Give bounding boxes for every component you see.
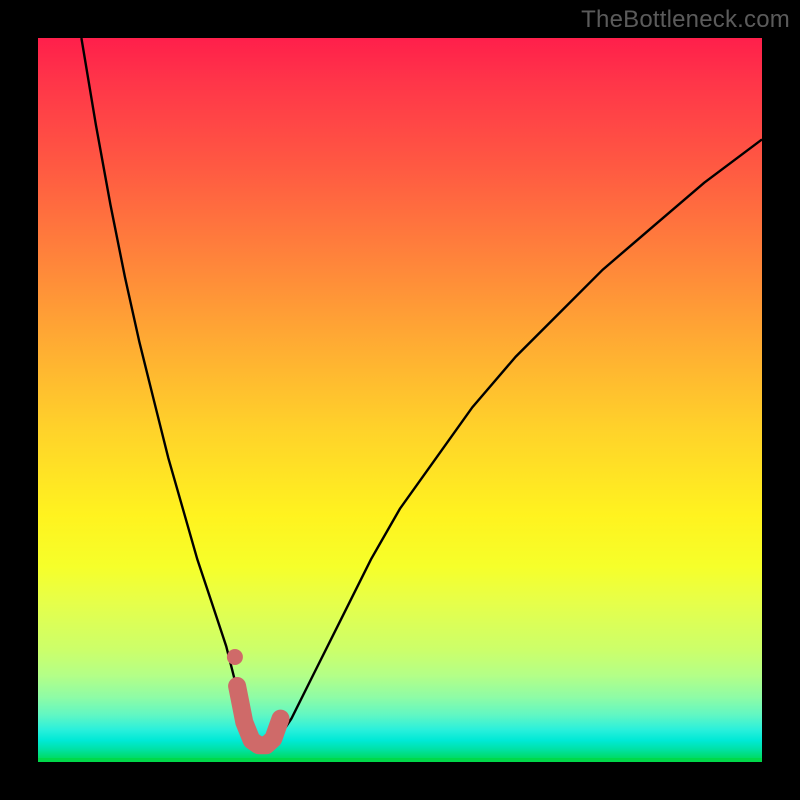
chart-frame: TheBottleneck.com <box>0 0 800 800</box>
curve-layer <box>38 38 762 762</box>
bottleneck-curve-path <box>81 38 762 748</box>
min-band-dot <box>227 649 243 665</box>
watermark-text: TheBottleneck.com <box>581 6 790 34</box>
min-band-path <box>237 686 280 745</box>
plot-area <box>38 38 762 762</box>
bottleneck-curve <box>81 38 762 748</box>
bottleneck-minimum-markers <box>227 649 281 745</box>
